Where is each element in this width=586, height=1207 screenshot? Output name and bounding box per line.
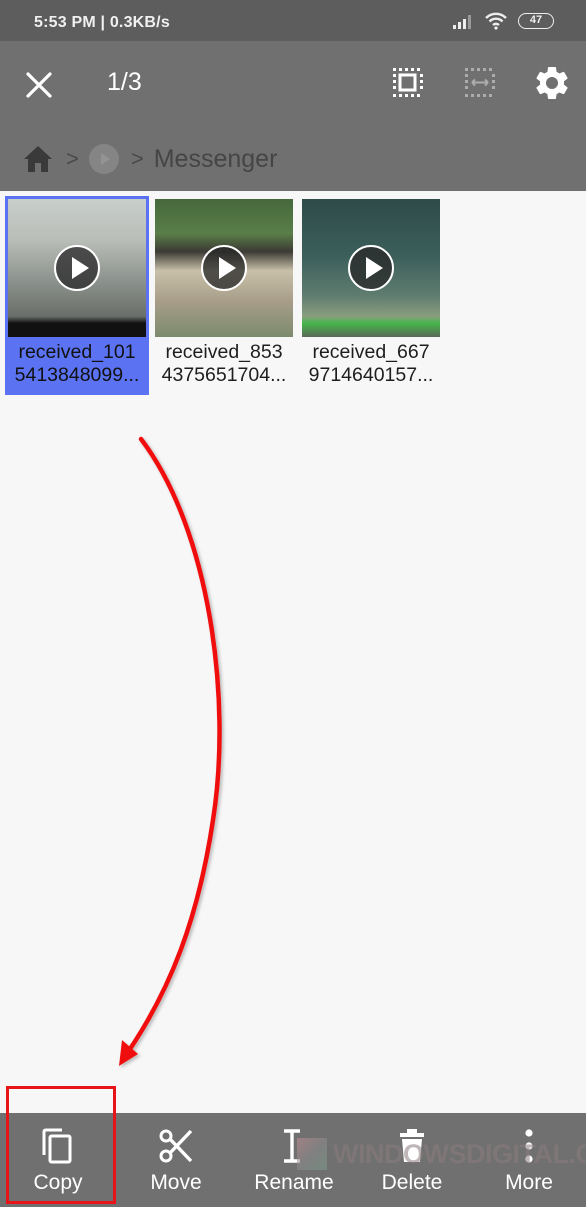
move-label: Move	[150, 1171, 202, 1194]
status-bar: 5:53 PM | 0.3KB/s 47	[0, 0, 586, 41]
breadcrumb-current-folder[interactable]: Messenger	[154, 145, 278, 174]
breadcrumb-separator: >	[130, 146, 144, 171]
watermark: WINDOWSDIGITAL.COM	[297, 1138, 586, 1170]
play-icon	[348, 245, 394, 291]
file-name-line2: 9714640157...	[308, 364, 434, 386]
app-bar: 1/3 > > Messenger	[0, 41, 586, 191]
status-icons: 47	[452, 12, 554, 30]
file-name-line2: 5413848099...	[14, 364, 140, 386]
file-name-line1: received_667	[312, 341, 430, 363]
video-thumbnail	[302, 199, 440, 337]
status-time-speed: 5:53 PM | 0.3KB/s	[34, 14, 170, 31]
scissors-icon	[159, 1129, 193, 1163]
wifi-icon	[485, 12, 507, 30]
file-name: received_853 4375651704...	[155, 341, 293, 387]
more-label: More	[505, 1171, 553, 1194]
move-button[interactable]: Move	[126, 1113, 226, 1207]
file-name: received_667 9714640157...	[302, 341, 440, 387]
file-grid: received_101 5413848099... received_853 …	[5, 196, 443, 395]
file-tile[interactable]: received_667 9714640157...	[299, 196, 443, 395]
file-name-line1: received_853	[165, 341, 283, 363]
selection-count: 1/3	[107, 68, 142, 96]
breadcrumb-separator: >	[66, 146, 79, 171]
play-icon	[54, 245, 100, 291]
settings-icon[interactable]	[532, 63, 572, 103]
delete-label: Delete	[381, 1171, 443, 1194]
breadcrumb: > > Messenger	[22, 141, 277, 177]
select-all-icon[interactable]	[388, 63, 428, 103]
play-icon	[201, 245, 247, 291]
battery-icon: 47	[518, 13, 554, 29]
media-icon[interactable]	[88, 144, 119, 174]
video-thumbnail	[8, 199, 146, 337]
file-name-line2: 4375651704...	[161, 364, 287, 386]
video-thumbnail	[155, 199, 293, 337]
copy-highlight-box	[6, 1086, 116, 1204]
file-tile-selected[interactable]: received_101 5413848099...	[5, 196, 149, 395]
file-name: received_101 5413848099...	[8, 341, 146, 387]
watermark-text: WINDOWSDIGITAL.COM	[333, 1138, 586, 1169]
file-tile[interactable]: received_853 4375651704...	[152, 196, 296, 395]
close-icon[interactable]	[20, 66, 58, 104]
select-range-icon[interactable]	[460, 63, 500, 103]
signal-icon	[453, 15, 471, 29]
watermark-logo-icon	[297, 1138, 327, 1170]
rename-label: Rename	[254, 1171, 334, 1194]
file-name-line1: received_101	[18, 341, 136, 363]
home-icon[interactable]	[22, 144, 54, 174]
arrow-curve	[119, 436, 222, 1066]
